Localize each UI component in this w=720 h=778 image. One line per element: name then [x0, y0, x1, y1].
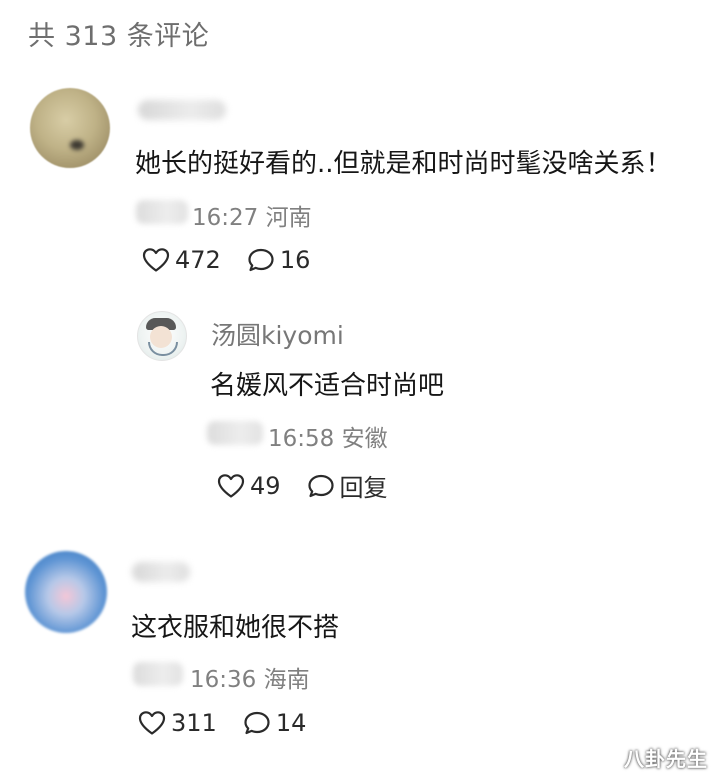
reply-time: 16:58	[268, 426, 335, 452]
avatar[interactable]	[30, 88, 110, 168]
reply-text: 名媛风不适合时尚吧	[210, 371, 445, 401]
comment-count-header: 共 313 条评论	[28, 21, 210, 52]
comment-actions: 311 14	[138, 709, 306, 737]
reply-count: 16	[279, 246, 311, 274]
like-count: 472	[175, 246, 221, 274]
like-button[interactable]: 49	[217, 472, 281, 500]
reply-username[interactable]: 汤圆kiyomi	[211, 316, 344, 352]
reply-count: 14	[275, 709, 307, 737]
reply-location: 安徽	[341, 426, 388, 452]
speech-bubble-icon	[247, 247, 275, 273]
like-button[interactable]: 311	[138, 709, 217, 737]
heart-outline-icon	[217, 473, 245, 499]
reply-actions: 49 回复	[217, 468, 388, 503]
comment-location: 河南	[265, 205, 312, 231]
heart-outline-icon	[138, 710, 166, 736]
comment-text: 她长的挺好看的..但就是和时尚时髦没啥关系！	[135, 149, 672, 179]
reply-button[interactable]: 16	[247, 246, 311, 274]
like-button[interactable]: 472	[142, 246, 221, 274]
comment-actions: 472 16	[142, 246, 310, 274]
speech-bubble-icon	[307, 473, 335, 499]
reply-label: 回复	[339, 474, 388, 502]
date-redacted	[207, 421, 263, 445]
like-count: 49	[250, 471, 281, 500]
username-redacted[interactable]	[138, 100, 226, 120]
heart-outline-icon	[142, 247, 170, 273]
username-redacted[interactable]	[132, 562, 190, 582]
date-redacted	[136, 200, 188, 224]
watermark: 八卦先生	[624, 747, 708, 771]
date-redacted	[133, 662, 183, 686]
comment-meta: 16:36 海南	[190, 660, 310, 694]
comment-meta: 16:27 河南	[192, 198, 312, 232]
comment-text: 这衣服和她很不搭	[131, 613, 340, 643]
reply-button[interactable]: 14	[243, 709, 307, 737]
speech-bubble-icon	[243, 710, 271, 736]
like-count: 311	[171, 709, 217, 737]
avatar[interactable]	[25, 551, 107, 633]
reply-meta: 16:58 安徽	[268, 419, 388, 453]
reply-avatar[interactable]	[137, 311, 187, 361]
comment-time: 16:27	[192, 205, 259, 231]
comment-location: 海南	[263, 667, 310, 693]
reply-button[interactable]: 回复	[307, 468, 388, 503]
comment-time: 16:36	[190, 667, 257, 693]
